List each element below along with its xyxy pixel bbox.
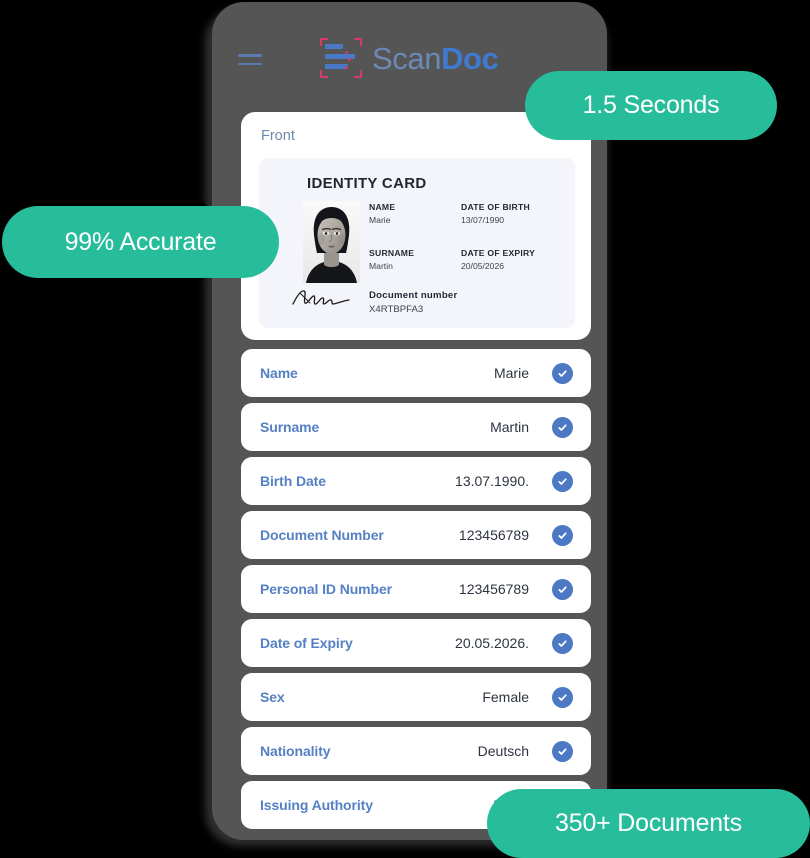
table-row[interactable]: Document Number 123456789 [241, 511, 591, 559]
field-label: DATE OF EXPIRY [461, 248, 536, 258]
verified-check-icon[interactable] [552, 362, 573, 384]
scan-corner-bottom-right-icon [354, 70, 362, 78]
row-label: Document Number [260, 527, 384, 543]
identity-field-row: NAME Marie DATE OF BIRTH 13/07/1990 [369, 202, 569, 248]
scan-frame-document-icon [320, 38, 362, 78]
row-label: Personal ID Number [260, 581, 393, 597]
verified-check-icon[interactable] [552, 740, 573, 762]
brand-wordmark: ScanDoc [372, 40, 499, 76]
documents-badge[interactable]: 350+ Documents [487, 789, 810, 858]
table-row[interactable]: Surname Martin [241, 403, 591, 451]
row-value: Female [482, 689, 529, 705]
scan-dot-icon [345, 66, 348, 69]
scan-corner-top-right-icon [354, 38, 362, 46]
row-label: Issuing Authority [260, 797, 373, 813]
accuracy-badge[interactable]: 99% Accurate [2, 206, 279, 278]
field-label: NAME [369, 202, 396, 212]
identity-card-fields: NAME Marie DATE OF BIRTH 13/07/1990 SURN… [369, 202, 569, 294]
row-value: 20.05.2026. [455, 635, 529, 651]
field-value: X4RTBPFA3 [369, 304, 424, 315]
verified-check-icon[interactable] [552, 416, 573, 438]
table-row[interactable]: Personal ID Number 123456789 [241, 565, 591, 613]
row-value: 123456789 [458, 527, 529, 543]
identity-field-name: NAME Marie [369, 202, 395, 225]
scan-dot-icon [345, 51, 348, 54]
scan-corner-bottom-left-icon [320, 70, 328, 78]
field-value: 20/05/2026 [461, 261, 505, 271]
row-label: Birth Date [260, 473, 326, 489]
identity-field-row: SURNAME Martin DATE OF EXPIRY 20/05/2026 [369, 248, 569, 294]
row-label: Nationality [260, 743, 331, 759]
identity-field-date-of-birth: DATE OF BIRTH 13/07/1990 [461, 202, 530, 225]
brand-word-scan: Scan [372, 40, 442, 76]
table-row[interactable]: Name Marie [241, 349, 591, 397]
verified-check-icon[interactable] [552, 686, 573, 708]
handwritten-signature [287, 286, 355, 310]
field-label: SURNAME [369, 248, 415, 258]
portrait-photo [303, 201, 360, 283]
identity-field-surname: SURNAME Martin [369, 248, 414, 271]
row-label: Name [260, 365, 298, 381]
row-value: 13.07.1990. [455, 473, 529, 489]
scan-preview-panel: Front IDENTITY CARD NAME Marie DATE OF B… [241, 112, 591, 340]
row-label: Sex [260, 689, 285, 705]
speed-badge[interactable]: 1.5 Seconds [525, 71, 777, 140]
row-value: Deutsch [477, 743, 529, 759]
row-value: 123456789 [458, 581, 529, 597]
row-value: Marie [493, 365, 529, 381]
identity-card-preview[interactable]: IDENTITY CARD NAME Marie DATE OF BIRTH 1… [259, 158, 575, 328]
verified-check-icon[interactable] [552, 632, 573, 654]
brand-word-doc: Doc [441, 40, 499, 76]
identity-field-document-number: Document number X4RTBPFA3 [369, 290, 458, 315]
table-row[interactable]: Nationality Deutsch [241, 727, 591, 775]
identity-field-date-of-expiry: DATE OF EXPIRY 20/05/2026 [461, 248, 535, 271]
field-value: Martin [369, 261, 393, 271]
hamburger-line [238, 54, 262, 57]
hamburger-icon[interactable] [238, 54, 262, 66]
table-row[interactable]: Date of Expiry 20.05.2026. [241, 619, 591, 667]
table-row[interactable]: Sex Female [241, 673, 591, 721]
field-label: DATE OF BIRTH [461, 202, 530, 212]
scan-corner-top-left-icon [320, 38, 328, 46]
identity-card-title: IDENTITY CARD [307, 175, 427, 192]
verified-check-icon[interactable] [552, 470, 573, 492]
field-value: 13/07/1990 [461, 215, 505, 225]
verified-check-icon[interactable] [552, 578, 573, 600]
row-label: Date of Expiry [260, 635, 353, 651]
row-label: Surname [260, 419, 320, 435]
table-row[interactable]: Birth Date 13.07.1990. [241, 457, 591, 505]
row-value: Martin [490, 419, 529, 435]
scan-dot-icon [348, 58, 351, 61]
field-label: Document number [369, 290, 458, 301]
field-value: Marie [369, 215, 391, 225]
extracted-data-list: Name Marie Surname Martin Birth Date 13.… [241, 349, 591, 835]
verified-check-icon[interactable] [552, 524, 573, 546]
screenshot-stage: ScanDoc Front IDENTITY CARD NAME Marie D… [0, 0, 810, 858]
brand-logo[interactable]: ScanDoc [320, 38, 499, 78]
hamburger-line [238, 62, 262, 65]
document-lines-icon [325, 44, 357, 72]
document-side-label: Front [261, 128, 295, 144]
